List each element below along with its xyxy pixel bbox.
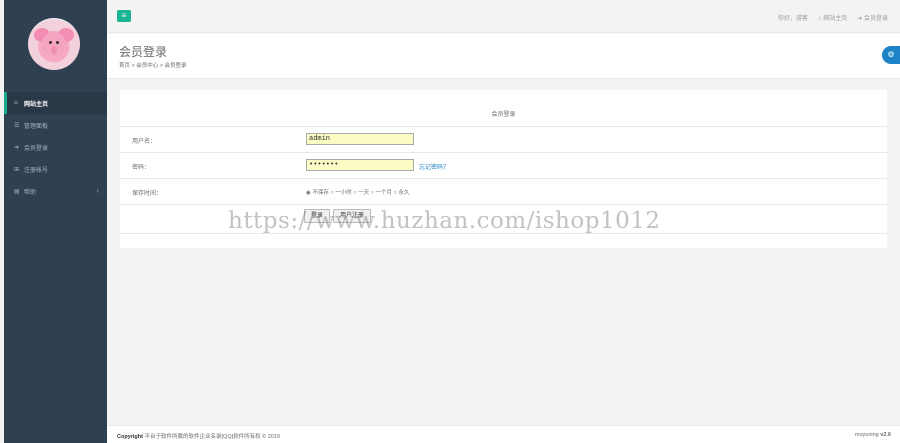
home-link[interactable]: ⌂ 网站主页 <box>818 13 847 22</box>
chevron-left-icon: ‹ <box>96 187 99 195</box>
sidebar-nav: ⌂ 网站主页 ☰ 管理面板 ➜ 会员登录 ⊞ 注册帐号 ▤ 帮助 ‹ <box>4 92 107 202</box>
settings-float-button[interactable]: ⚙ <box>882 46 900 64</box>
footer: Copyright 平台于软件所属的软件企业名录[QQ]软件所有权 © 2019… <box>107 425 900 443</box>
top-right-links: 你好，游客 ⌂ 网站主页 ➜ 会员登录 <box>778 13 888 22</box>
remember-row: 保存时间： ◉ 不保存 ○ 一小时 ○ 一天 ○ 一个月 ○ 永久 <box>120 178 887 204</box>
sidebar-item-label: 会员登录 <box>24 145 49 152</box>
sidebar-item-admin-panel[interactable]: ☰ 管理面板 <box>4 114 107 136</box>
avatar[interactable] <box>28 18 80 70</box>
sidebar-item-register[interactable]: ⊞ 注册帐号 <box>4 158 107 180</box>
sidebar-item-help[interactable]: ▤ 帮助 ‹ <box>4 180 107 202</box>
breadcrumb: 首页 > 会员中心 > 会员登录 <box>119 63 187 69</box>
copyright-body: 平台于软件所属的软件企业名录[QQ]软件所有权 © 2019 <box>142 434 280 440</box>
list-icon: ☰ <box>14 122 20 129</box>
menu-toggle-button[interactable]: ≡ <box>117 10 131 22</box>
sidebar-item-label: 注册帐号 <box>24 167 49 174</box>
sidebar-header <box>4 0 107 88</box>
version-text: moyuning v2.6 <box>855 432 891 438</box>
watermark: https://www.huzhan.com/ishop1012 <box>228 208 661 234</box>
version-number: v2.6 <box>880 432 891 438</box>
home-icon: ⌂ <box>14 100 18 106</box>
sidebar: ⌂ 网站主页 ☰ 管理面板 ➜ 会员登录 ⊞ 注册帐号 ▤ 帮助 ‹ <box>4 0 107 443</box>
login-link-label: 会员登录 <box>863 16 888 22</box>
sidebar-item-label: 管理面板 <box>24 123 49 130</box>
password-input[interactable]: ••••••• <box>306 159 414 171</box>
sidebar-item-label: 帮助 <box>24 189 37 196</box>
sign-in-icon: ➜ <box>857 16 864 22</box>
copyright-bold: Copyright <box>117 434 143 440</box>
sidebar-item-home[interactable]: ⌂ 网站主页 <box>4 92 107 114</box>
copyright-text: Copyright 平台于软件所属的软件企业名录[QQ]软件所有权 © 2019 <box>117 432 280 440</box>
remember-radio-group[interactable]: ◉ 不保存 ○ 一小时 ○ 一天 ○ 一个月 ○ 永久 <box>306 188 409 196</box>
sidebar-item-login[interactable]: ➜ 会员登录 <box>4 136 107 158</box>
sidebar-item-label: 网站主页 <box>24 101 49 108</box>
forgot-password-link[interactable]: 忘记密码？ <box>419 162 449 171</box>
password-label: 密码： <box>132 165 151 171</box>
password-row: 密码： ••••••• 忘记密码？ <box>120 152 887 178</box>
top-navbar: ≡ 你好，游客 ⌂ 网站主页 ➜ 会员登录 <box>107 0 900 33</box>
username-label: 用户名： <box>132 139 157 145</box>
remember-label: 保存时间： <box>132 191 163 197</box>
file-icon: ▤ <box>14 188 20 195</box>
panel-title: 会员登录 <box>491 112 516 118</box>
sign-in-icon: ➜ <box>14 144 20 151</box>
version-name: moyuning <box>854 432 879 438</box>
gear-icon: ⚙ <box>887 50 895 59</box>
home-link-label: 网站主页 <box>823 16 848 22</box>
username-input[interactable]: admin <box>306 133 414 145</box>
login-link[interactable]: ➜ 会员登录 <box>857 13 888 22</box>
page-heading: 会员登录 首页 > 会员中心 > 会员登录 <box>107 34 900 79</box>
page-title: 会员登录 <box>119 45 168 59</box>
greeting-text: 你好，游客 <box>777 16 808 22</box>
register-icon: ⊞ <box>14 166 20 173</box>
username-row: 用户名： admin <box>120 126 887 152</box>
